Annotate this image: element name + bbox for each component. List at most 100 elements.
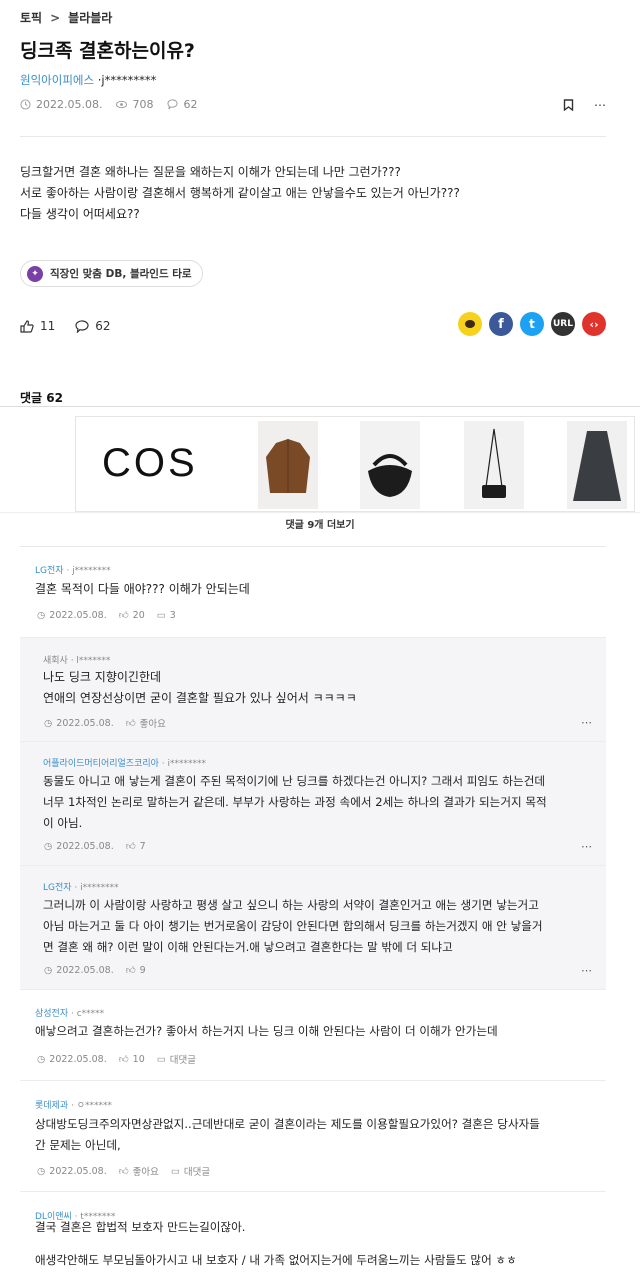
comment-line: 면 결혼 왜 해? 이런 말이 이해 안된다는거.애 낳으려고 결혼한다는 말 … — [43, 940, 453, 954]
comment-author: LG전자 · j******** — [35, 563, 111, 576]
compass-icon: ✦ — [27, 265, 43, 282]
comment-button[interactable]: 62 — [75, 319, 111, 333]
thumbs-up-icon — [20, 319, 34, 333]
comment-footer: ◷ 2022.05.08. 👍︎ 9 — [44, 964, 146, 977]
comment-reply-button[interactable]: ▭ 3 — [157, 610, 176, 621]
bookmark-icon[interactable] — [563, 99, 574, 111]
comment-company[interactable]: 롯데제과 — [35, 1101, 68, 1111]
comment-date: 2022.05.08. — [56, 840, 114, 852]
comment-date: 2022.05.08. — [56, 964, 114, 976]
post-comment-count: 62 — [183, 98, 198, 111]
post-date: 2022.05.08. — [36, 98, 103, 111]
comment-line: 그러니까 이 사람이랑 사랑하고 평생 살고 싶으니 하는 사랑의 서약이 결혼… — [43, 898, 539, 912]
comment-item: 롯데제과 · ㅇ****** 상대방도딩크주의자면상관없지..근데반대로 굳이 … — [20, 1081, 606, 1192]
divider — [20, 136, 606, 137]
comment-replies: 3 — [169, 609, 176, 621]
more-icon[interactable]: ⋯ — [581, 964, 592, 977]
comment-replies: 대댓글 — [169, 1055, 196, 1066]
share-buttons: f t URL ‹› — [458, 312, 606, 336]
thumbs-up-icon: 👍︎ — [118, 1054, 129, 1065]
comment-footer: ◷ 2022.05.08. 👍︎ 10 ▭ 대댓글 — [37, 1052, 196, 1067]
like-button[interactable]: 11 — [20, 319, 55, 333]
post-date-wrap: 2022.05.08. — [20, 98, 102, 111]
post-body: 딩크할거면 결혼 왜하나는 질문을 왜하는지 이해가 안되는데 나만 그런가??… — [20, 162, 460, 225]
author-company[interactable]: 원익아이피에스 — [20, 73, 94, 87]
comment-company[interactable]: 어플라이드머티어리얼즈코리아 — [43, 759, 159, 769]
eye-icon — [116, 100, 128, 109]
comment-like-button[interactable]: 👍︎ 좋아요 — [119, 1164, 159, 1178]
ad-product-crossbody[interactable] — [464, 421, 524, 509]
breadcrumb-topic[interactable]: 토픽 — [20, 9, 42, 26]
comment-like-button[interactable]: 👍︎ 9 — [126, 964, 146, 977]
share-embed-button[interactable]: ‹› — [582, 312, 606, 336]
ad-product-skirt[interactable] — [567, 421, 627, 509]
comment-icon — [75, 319, 89, 333]
comment-like-button[interactable]: 👍︎ 10 — [118, 1053, 145, 1066]
ad-product-bag[interactable] — [360, 421, 420, 509]
more-icon[interactable]: ⋯ — [581, 716, 592, 729]
comment-company[interactable]: LG전자 — [43, 883, 72, 893]
crossbody-bag-icon — [482, 428, 506, 498]
comment-company[interactable]: 삼성전자 — [35, 1009, 68, 1019]
comment-likes: 10 — [132, 1053, 145, 1065]
post-line: 다들 생각이 어떠세요?? — [20, 207, 140, 221]
comment-text: 나도 딩크 지향이긴한데연애의 연장선상이면 굳이 결혼할 필요가 있나 싶어서… — [43, 667, 592, 709]
comment-author: 어플라이드머티어리얼즈코리아 · i******** — [43, 756, 206, 769]
comment-company[interactable]: LG전자 — [35, 566, 64, 576]
more-replies-link[interactable]: 댓글 9개 더보기 — [0, 516, 640, 531]
comment-line: 나도 딩크 지향이긴한데 — [43, 670, 162, 684]
reply-item: LG전자 · i******** 그러니까 이 사람이랑 사랑하고 평생 살고 … — [20, 866, 606, 990]
post-views-wrap: 708 — [116, 98, 153, 111]
share-kakao-button[interactable] — [458, 312, 482, 336]
comment-like-button[interactable]: 👍︎ 좋아요 — [126, 716, 166, 730]
thumbs-up-icon: 👍︎ — [125, 841, 136, 852]
share-twitter-button[interactable]: t — [520, 312, 544, 336]
comment-likes: 7 — [139, 840, 146, 852]
reply-item: 새회사 · l******* 나도 딩크 지향이긴한데 연애의 연장선상이면 굳이… — [20, 638, 606, 742]
comment-reply-button[interactable]: ▭ 대댓글 — [170, 1164, 210, 1179]
share-facebook-button[interactable]: f — [489, 312, 513, 336]
comment-user: · i******** — [158, 759, 207, 769]
comment-line: 연애의 연장선상이면 굳이 결혼할 필요가 있나 싶어서 ㅋㅋㅋㅋ — [43, 691, 357, 705]
more-icon[interactable]: ⋯ — [594, 98, 606, 112]
share-url-button[interactable]: URL — [551, 312, 575, 336]
comment-like-button[interactable]: 👍︎ 7 — [125, 840, 146, 853]
comment-footer: ◷ 2022.05.08. 👍︎ 7 — [44, 840, 146, 853]
promo-tag-label: 직장인 맞춤 DB, 블라인드 타로 — [50, 268, 192, 280]
post-comments-wrap: 62 — [167, 98, 197, 111]
kakao-icon — [465, 320, 475, 328]
comment-text: 결혼 목적이 다들 애야??? 이해가 안되는데 — [35, 579, 592, 600]
breadcrumb-board[interactable]: 블라블라 — [68, 9, 112, 26]
comment-text: 그러니까 이 사람이랑 사랑하고 평생 살고 싶으니 하는 사랑의 서약이 결혼… — [43, 895, 592, 958]
comment-user: · j******** — [63, 566, 111, 576]
comment-user: · ㅇ****** — [68, 1101, 112, 1111]
comment-company[interactable]: 새회사 — [43, 656, 68, 666]
comment-text: 결국 결혼은 합법적 보호자 만드는길이잖아. 애생각안해도 부모님돌아가시고 내… — [35, 1217, 592, 1271]
comment-icon: ▭ — [170, 1165, 180, 1177]
comment-likes: 9 — [139, 964, 146, 976]
comment-icon — [167, 99, 178, 110]
comment-item: LG전자 · j******** 결혼 목적이 다들 애야??? 이해가 안되는… — [20, 547, 606, 638]
more-icon[interactable]: ⋯ — [581, 840, 592, 853]
comment-text: 상대방도딩크주의자면상관없지..근데반대로 굳이 결혼이라는 제도를 이용할필요… — [35, 1114, 592, 1156]
comment-footer: ◷ 2022.05.08. 👍︎ 좋아요 ▭ 대댓글 — [37, 1164, 210, 1179]
ad-banner[interactable]: COS — [75, 416, 635, 512]
comment-icon: ▭ — [156, 1053, 166, 1065]
comment-author: LG전자 · i******** — [43, 880, 119, 893]
promo-tag[interactable]: ✦ 직장인 맞춤 DB, 블라인드 타로 — [20, 260, 203, 287]
ad-product-jacket[interactable] — [258, 421, 318, 509]
comment-date-wrap: ◷ 2022.05.08. — [37, 609, 107, 621]
post-reactions: 11 62 — [20, 319, 111, 333]
comment-blank-line — [35, 1238, 592, 1250]
comment-date: 2022.05.08. — [56, 717, 114, 729]
comment-date-wrap: ◷ 2022.05.08. — [37, 1165, 107, 1177]
comment-count: 62 — [95, 319, 111, 333]
comment-line: 애낳으려고 결혼하는건가? 좋아서 하는거지 나는 딩크 이해 안된다는 사람이… — [35, 1024, 498, 1038]
chevron-right-icon: > — [50, 10, 61, 25]
post-line: 서로 좋아하는 사람이랑 결혼해서 행복하게 같이살고 애는 안낳을수도 있는거… — [20, 186, 460, 200]
comment-reply-button[interactable]: ▭ 대댓글 — [156, 1052, 196, 1067]
post-line: 딩크할거면 결혼 왜하나는 질문을 왜하는지 이해가 안되는데 나만 그런가??… — [20, 165, 401, 179]
comment-like-button[interactable]: 👍︎ 20 — [119, 609, 145, 622]
comment-icon: ▭ — [156, 609, 166, 621]
comment-likes: 좋아요 — [132, 1167, 159, 1178]
